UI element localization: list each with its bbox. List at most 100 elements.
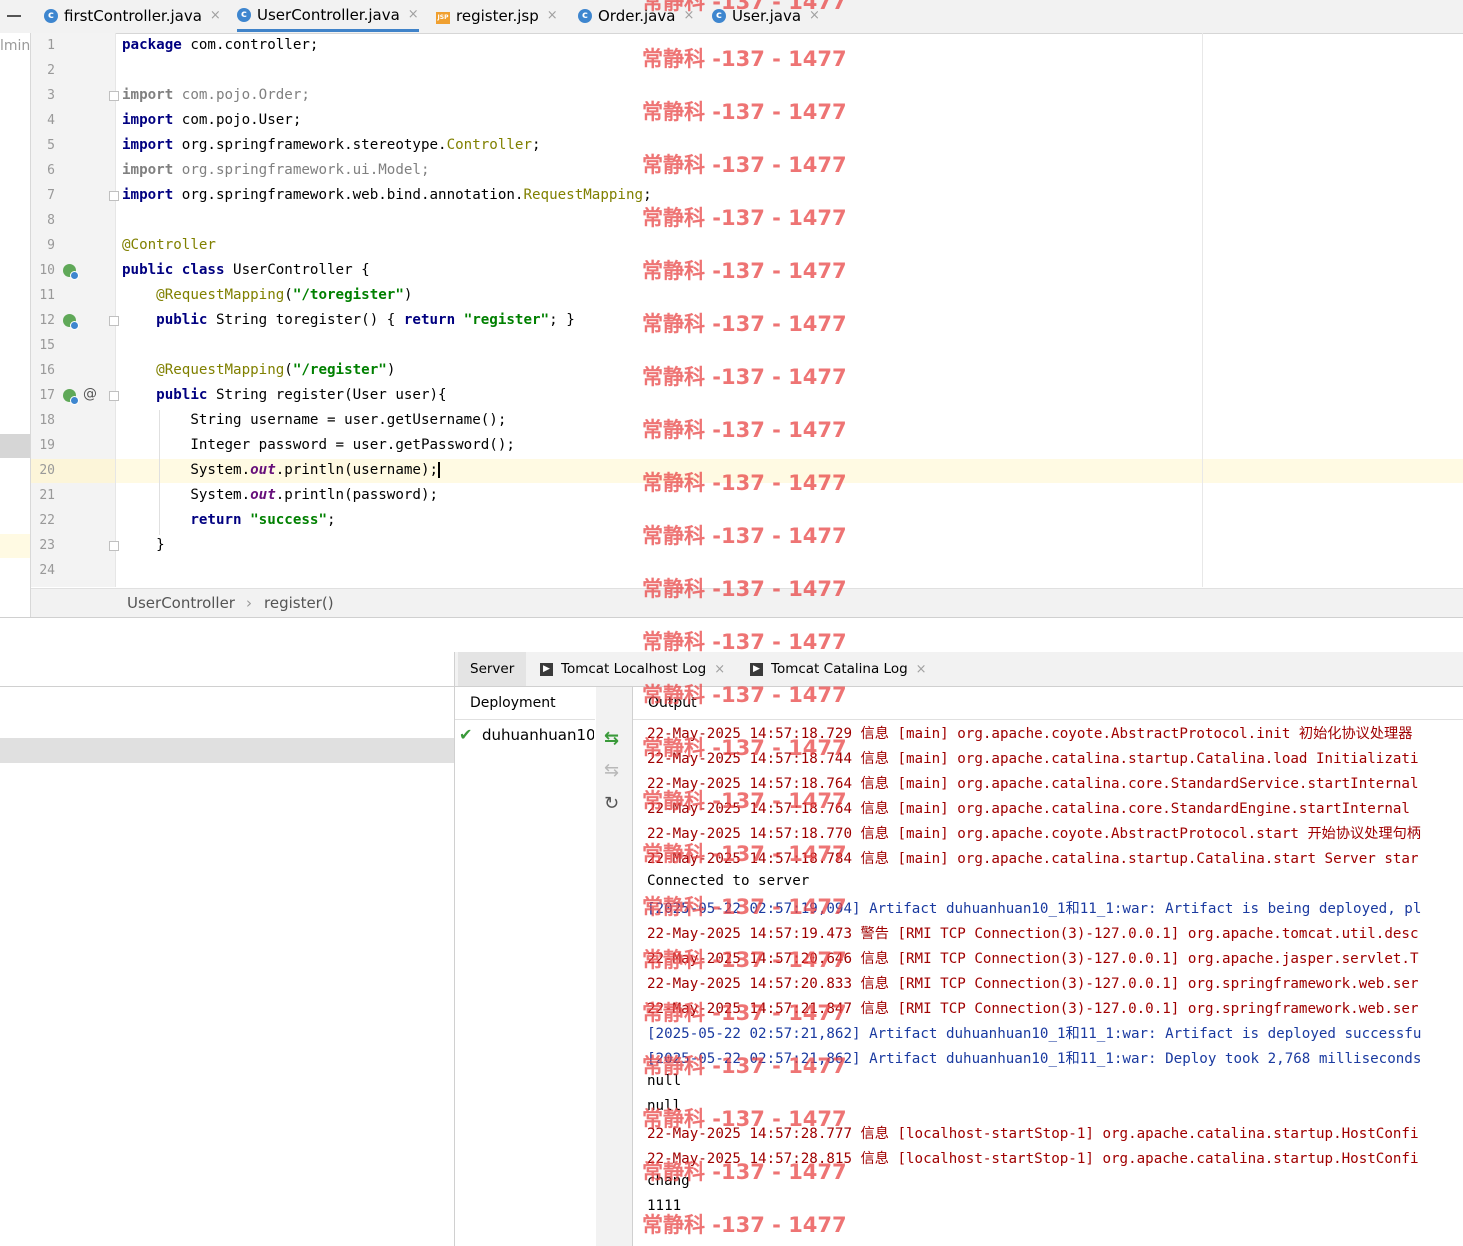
watermark: 常静科 -137 - 1477 [642,948,847,972]
tab-label: Tomcat Catalina Log [771,661,908,677]
line-number: 6 [47,163,55,178]
spring-bean-icon[interactable] [63,264,79,280]
line-number: 15 [39,338,55,353]
watermark: 常静科 -137 - 1477 [642,630,847,654]
code-line: import org.springframework.stereotype.Co… [122,137,541,153]
close-icon[interactable]: × [916,662,927,677]
line-number: 3 [47,88,55,103]
close-icon[interactable]: × [210,8,221,23]
line-number: 7 [47,188,55,203]
code-line: String username = user.getUsername(); [122,412,507,428]
watermark: 常静科 -137 - 1477 [642,683,847,707]
check-icon: ✔ [459,725,473,744]
code-line: import com.pojo.User; [122,112,302,128]
watermark: 常静科 -137 - 1477 [642,153,847,177]
watermark: 常静科 -137 - 1477 [642,789,847,813]
watermark: 常静科 -137 - 1477 [642,418,847,442]
watermark: 常静科 -137 - 1477 [642,206,847,230]
line-number: 5 [47,138,55,153]
undeploy-icon[interactable]: ⇆ [604,760,619,781]
code-line: @Controller [122,237,216,253]
code-line: import com.pojo.Order; [122,87,310,103]
project-highlight-mark [0,534,30,558]
watermark: 常静科 -137 - 1477 [642,1213,847,1237]
code-line: import org.springframework.web.bind.anno… [122,187,652,203]
line-number: 20 [39,463,55,478]
tab-firstcontroller[interactable]: c firstController.java × [44,0,221,31]
line-number: 4 [47,113,55,128]
fold-marker-icon[interactable] [109,191,119,201]
tab-usercontroller[interactable]: c UserController.java × [237,0,419,32]
services-tree-selected-row[interactable] [0,738,454,763]
watermark: 常静科 -137 - 1477 [642,842,847,866]
project-panel-label: lmin [0,38,31,54]
code-line: public String toregister() { return "reg… [156,312,575,328]
tab-label: UserController.java [257,5,400,24]
breadcrumb-separator: › [246,594,252,612]
project-panel-edge[interactable] [0,33,31,617]
line-number: 22 [39,513,55,528]
watermark: 常静科 -137 - 1477 [642,577,847,601]
fold-marker-icon[interactable] [109,541,119,551]
line-number: 17 [39,388,55,403]
tab-server[interactable]: Server [458,652,527,686]
line-number: 18 [39,413,55,428]
watermark: 常静科 -137 - 1477 [642,47,847,71]
line-number: 21 [39,488,55,503]
collapse-icon[interactable] [0,0,28,33]
terminal-icon: ▶ [750,662,763,676]
java-class-icon: c [237,7,251,22]
tab-label: register.jsp [456,6,539,25]
code-line: } [122,537,165,553]
at-sign-icon[interactable]: @ [83,386,97,402]
deployment-item[interactable]: duhuanhuan10_ [482,726,594,744]
right-margin-guide [1202,33,1203,587]
code-line: import org.springframework.ui.Model; [122,162,430,178]
tab-register-jsp[interactable]: JSP register.jsp × [436,0,558,31]
tab-label: Server [470,661,515,677]
fold-marker-icon[interactable] [109,91,119,101]
log-line: 22-May-2025 14:57:20.833 信息 [RMI TCP Con… [647,976,1419,992]
refresh-icon[interactable]: ↻ [604,793,619,814]
watermark: 常静科 -137 - 1477 [642,0,847,14]
code-line: return "success"; [190,512,336,528]
jsp-icon: JSP [436,11,450,24]
line-number: 19 [39,438,55,453]
deployment-column [455,687,595,1246]
close-icon[interactable]: × [408,7,419,22]
fold-marker-icon[interactable] [109,391,119,401]
watermark: 常静科 -137 - 1477 [642,100,847,124]
log-line: Connected to server [647,873,810,889]
close-icon[interactable]: × [547,8,558,23]
terminal-icon: ▶ [540,662,553,676]
line-number: 8 [47,213,55,228]
code-line: public String register(User user){ [156,387,447,403]
code-line: public class UserController { [122,262,370,278]
redeploy-icon[interactable]: ⇆ [604,728,619,749]
watermark: 常静科 -137 - 1477 [642,895,847,919]
close-icon[interactable]: × [714,662,725,677]
breadcrumb-class[interactable]: UserController [127,594,235,612]
indent-guide [159,410,160,535]
watermark: 常静科 -137 - 1477 [642,1160,847,1184]
deployment-header: Deployment [455,687,595,720]
code-line: System.out.println(password); [122,487,439,503]
gutter-divider [115,33,116,587]
line-number: 1 [47,38,55,53]
line-number: 2 [47,63,55,78]
fold-marker-icon[interactable] [109,316,119,326]
watermark: 常静科 -137 - 1477 [642,312,847,336]
request-mapping-icon[interactable] [63,314,79,330]
services-tree-header [0,652,454,687]
breadcrumb-method[interactable]: register() [264,594,334,612]
watermark: 常静科 -137 - 1477 [642,471,847,495]
tab-label: Tomcat Localhost Log [561,661,707,677]
watermark: 常静科 -137 - 1477 [642,736,847,760]
java-class-icon: c [578,8,592,23]
watermark: 常静科 -137 - 1477 [642,1001,847,1025]
request-mapping-icon[interactable] [63,389,79,405]
watermark: 常静科 -137 - 1477 [642,1107,847,1131]
watermark: 常静科 -137 - 1477 [642,1054,847,1078]
java-class-icon: c [44,8,58,23]
line-number: 10 [39,263,55,278]
